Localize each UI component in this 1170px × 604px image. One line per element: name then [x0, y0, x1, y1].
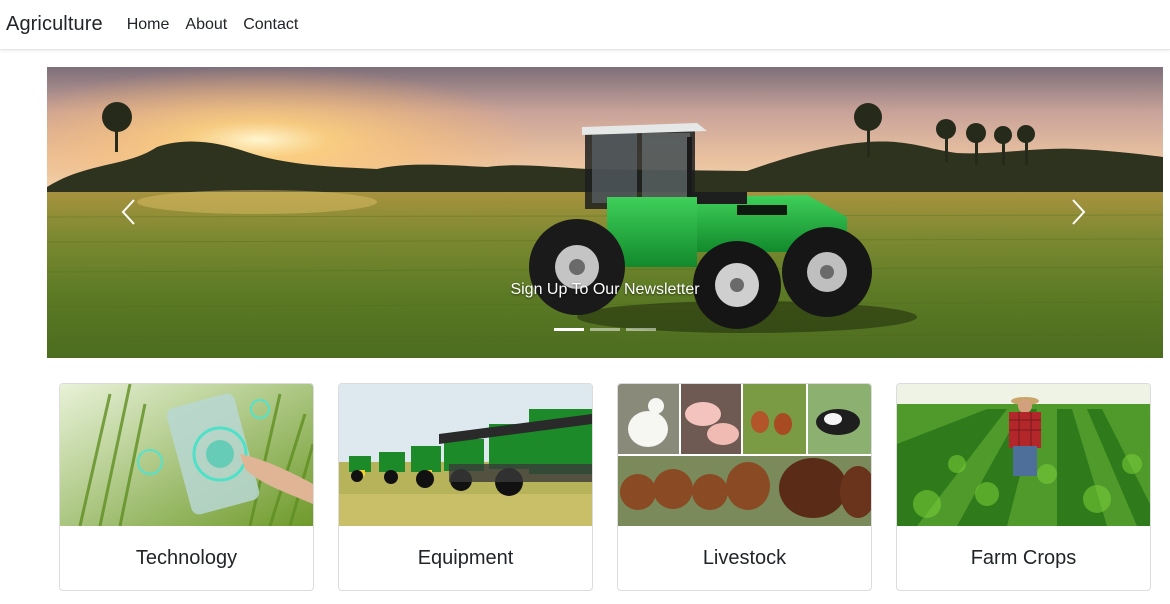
nav-link-home[interactable]: Home	[127, 16, 170, 34]
card-title-farm-crops: Farm Crops	[970, 546, 1077, 569]
carousel-indicator-3[interactable]	[626, 328, 656, 331]
card-equipment[interactable]: Equipment	[338, 383, 593, 591]
nav-link-contact[interactable]: Contact	[243, 16, 298, 34]
carousel-next-button[interactable]	[1058, 187, 1098, 237]
card-title-technology: Technology	[135, 546, 238, 569]
farm-animals-collage-image	[618, 384, 871, 526]
carousel-indicator-1[interactable]	[554, 328, 584, 331]
carousel-indicator-2[interactable]	[590, 328, 620, 331]
card-title-livestock: Livestock	[702, 546, 787, 569]
hero-carousel: Sign Up To Our Newsletter	[47, 67, 1163, 358]
card-title-equipment: Equipment	[417, 546, 514, 569]
chevron-left-icon	[121, 199, 135, 225]
smart-farming-tablet-image	[60, 384, 313, 526]
card-livestock[interactable]: Livestock	[617, 383, 872, 591]
carousel-caption: Sign Up To Our Newsletter	[510, 281, 700, 298]
brand-link[interactable]: Agriculture	[6, 13, 103, 36]
carousel-indicators	[554, 328, 656, 331]
nav-link-about[interactable]: About	[185, 16, 227, 34]
card-farm-crops[interactable]: Farm Crops	[896, 383, 1151, 591]
carousel-prev-button[interactable]	[109, 187, 149, 237]
tractors-row-image	[339, 384, 592, 526]
card-technology[interactable]: Technology	[59, 383, 314, 591]
tractor-in-field-image	[47, 67, 1163, 358]
chevron-right-icon	[1072, 199, 1086, 225]
navbar: Agriculture Home About Contact	[0, 0, 1170, 50]
farmer-in-field-image	[897, 384, 1150, 526]
